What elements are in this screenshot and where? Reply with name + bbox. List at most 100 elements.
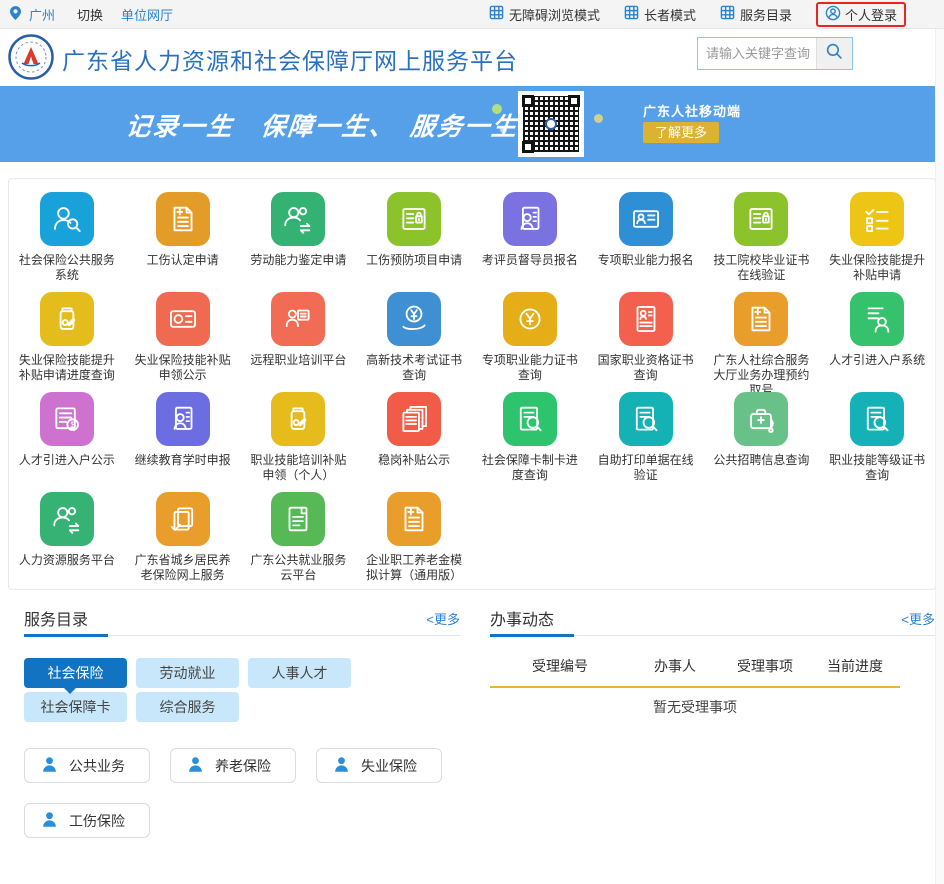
banner-decoration: [500, 126, 507, 133]
service-item[interactable]: 人力资源服务平台: [9, 490, 125, 590]
catalog-tab[interactable]: 人事人才: [248, 658, 351, 688]
service-item[interactable]: 专项职业能力报名: [588, 190, 704, 290]
services-grid: 社会保险公共服务系统工伤认定申请 劳动能力鉴定申请工伤预防项目申请考评员督导员报名…: [9, 179, 935, 590]
catalog-tab[interactable]: 社会保险: [24, 658, 127, 688]
service-label: 失业保险技能提升补贴申请: [819, 253, 935, 283]
doc-search-icon: [850, 392, 904, 446]
doc-plus-icon: [387, 492, 441, 546]
service-item[interactable]: 技工院校毕业证书在线验证: [704, 190, 820, 290]
service-label: 工伤认定申请: [142, 253, 224, 268]
category-button[interactable]: 养老保险: [170, 748, 296, 783]
catalog-more-link[interactable]: <更多: [426, 609, 460, 628]
scrollbar[interactable]: [935, 29, 944, 884]
list-badge-icon: [734, 192, 788, 246]
resume-icon: [619, 292, 673, 346]
elder-mode-link[interactable]: 长者模式: [624, 5, 696, 24]
cards-check-icon: [156, 492, 210, 546]
service-item[interactable]: 专项职业能力证书查询: [472, 290, 588, 390]
switch-city-link[interactable]: 切换: [77, 5, 103, 24]
service-item[interactable]: 公共招聘信息查询: [704, 390, 820, 490]
search-box: [697, 37, 853, 70]
status-more-link[interactable]: <更多: [901, 609, 935, 628]
service-label: 远程职业培训平台: [245, 353, 351, 368]
checklist-icon: [850, 192, 904, 246]
service-item[interactable]: 广东公共就业服务云平台: [241, 490, 357, 590]
unit-hall-link[interactable]: 单位网厅: [121, 5, 173, 24]
search-input[interactable]: [698, 38, 816, 69]
service-label: 公共招聘信息查询: [708, 453, 814, 468]
person-circle-icon: [825, 5, 841, 24]
category-label: 工伤保险: [69, 811, 125, 831]
service-label: 技工院校毕业证书在线验证: [704, 253, 820, 283]
service-item[interactable]: 远程职业培训平台: [241, 290, 357, 390]
doc-icon: [271, 492, 325, 546]
city-label[interactable]: 广州: [29, 5, 55, 24]
card-si-icon: [156, 292, 210, 346]
column-header: 当前进度: [827, 656, 883, 676]
grid-icon: [720, 5, 735, 23]
qr-center-logo: [545, 118, 557, 130]
person-icon: [187, 756, 204, 776]
grid-icon: [489, 5, 504, 23]
person-doc-icon: [156, 392, 210, 446]
docs-stack-icon: [387, 392, 441, 446]
header: 广东省人力资源和社会保障厅网上服务平台: [0, 29, 944, 86]
service-label: 继续教育学时申报: [130, 453, 236, 468]
service-item[interactable]: 职业技能培训补贴申领（个人）: [241, 390, 357, 490]
category-button[interactable]: 工伤保险: [24, 803, 150, 838]
service-item[interactable]: 社会保障卡制卡进度查询: [472, 390, 588, 490]
service-item[interactable]: 继续教育学时申报: [125, 390, 241, 490]
service-label: 人才引进入户公示: [14, 453, 120, 468]
qr-code: [518, 91, 584, 157]
service-item[interactable]: 失业保险技能提升补贴申请: [819, 190, 935, 290]
catalog-tab[interactable]: 社会保障卡: [24, 692, 127, 722]
service-label: 国家职业资格证书查询: [588, 353, 704, 383]
category-label: 公共业务: [69, 756, 125, 776]
service-item[interactable]: 失业保险技能提升补贴申请进度查询: [9, 290, 125, 390]
service-item[interactable]: 失业保险技能补贴申领公示: [125, 290, 241, 390]
topbar-item-label: 长者模式: [644, 5, 696, 24]
status-empty-text: 暂无受理事项: [490, 697, 900, 717]
title-underline: [490, 634, 574, 637]
service-item[interactable]: 社会保险公共服务系统: [9, 190, 125, 290]
accessibility-mode-link[interactable]: 无障碍浏览模式: [489, 5, 600, 24]
person-search-icon: [40, 192, 94, 246]
page-title: 广东省人力资源和社会保障厅网上服务平台: [62, 42, 518, 76]
service-item[interactable]: 高新技术考试证书查询: [356, 290, 472, 390]
service-label: 社会保障卡制卡进度查询: [472, 453, 588, 483]
person-icon: [41, 811, 58, 831]
service-item[interactable]: 劳动能力鉴定申请: [241, 190, 357, 290]
category-button[interactable]: 公共业务: [24, 748, 150, 783]
service-item[interactable]: 企业职工养老金模拟计算（通用版）: [356, 490, 472, 590]
service-item[interactable]: 广东省城乡居民养老保险网上服务: [125, 490, 241, 590]
service-item[interactable]: 人才引进入户系统: [819, 290, 935, 390]
learn-more-button[interactable]: 了解更多: [643, 122, 719, 143]
service-item[interactable]: 工伤认定申请: [125, 190, 241, 290]
catalog-header: 服务目录 <更多: [24, 606, 460, 636]
category-button[interactable]: 失业保险: [316, 748, 442, 783]
service-item[interactable]: 国家职业资格证书查询: [588, 290, 704, 390]
mobile-app-label: 广东人社移动端: [643, 101, 741, 120]
service-item[interactable]: 职业技能等级证书查询: [819, 390, 935, 490]
topbar: 广州 切换 单位网厅 无障碍浏览模式 长者模式 服务目录 个人登录: [0, 0, 944, 29]
banner-decoration: [594, 114, 603, 123]
service-item[interactable]: 考评员督导员报名: [472, 190, 588, 290]
service-item[interactable]: 自助打印单据在线验证: [588, 390, 704, 490]
service-item[interactable]: 工伤预防项目申请: [356, 190, 472, 290]
status-table-header: 受理编号办事人受理事项当前进度: [490, 656, 900, 688]
status-header: 办事动态 <更多: [490, 606, 935, 636]
service-catalog-link[interactable]: 服务目录: [720, 5, 792, 24]
banner-slogan: 记录一生 保障一生、 服务一生: [124, 107, 520, 143]
service-item[interactable]: 稳岗补贴公示: [356, 390, 472, 490]
service-item[interactable]: $人才引进入户公示: [9, 390, 125, 490]
service-item[interactable]: 广东人社综合服务大厅业务办理预约取号: [704, 290, 820, 390]
catalog-tab[interactable]: 综合服务: [136, 692, 239, 722]
personal-login-button[interactable]: 个人登录: [816, 2, 906, 27]
person-screen-icon: [271, 292, 325, 346]
column-header: 办事人: [654, 656, 696, 676]
service-label: 劳动能力鉴定申请: [245, 253, 351, 268]
magnifier-icon: [826, 43, 843, 65]
jar-pills-icon: [40, 292, 94, 346]
catalog-tab[interactable]: 劳动就业: [136, 658, 239, 688]
search-button[interactable]: [816, 38, 852, 69]
